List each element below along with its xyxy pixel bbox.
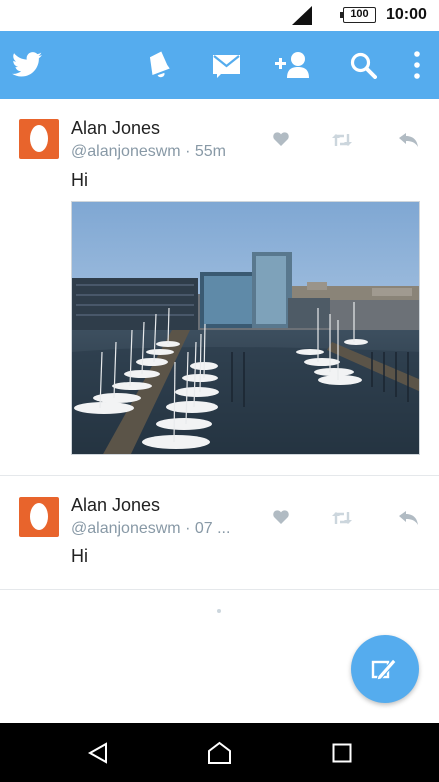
retweet-icon[interactable] (331, 511, 353, 525)
favorite-icon[interactable] (273, 132, 289, 146)
overflow-menu-icon[interactable] (414, 51, 420, 79)
battery-level: 100 (350, 8, 369, 20)
status-bar: 100 10:00 (0, 0, 439, 31)
tweet-author-name[interactable]: Alan Jones (71, 118, 160, 139)
tweet[interactable]: Alan Jones @alanjoneswm · 07 ... Hi (0, 477, 439, 590)
avatar[interactable] (19, 497, 59, 537)
twitter-bird-icon[interactable] (12, 52, 42, 77)
app-bar (0, 31, 439, 99)
favorite-icon[interactable] (273, 510, 289, 524)
tweet-text: Hi (71, 170, 88, 190)
tweet-author-handle: @alanjoneswm · 07 ... (71, 520, 231, 537)
clock: 10:00 (386, 6, 427, 23)
compose-tweet-button[interactable] (351, 635, 419, 703)
tweet-text: Hi (71, 546, 88, 566)
tweet-author-handle: @alanjoneswm · 55m (71, 143, 226, 160)
home-icon[interactable] (207, 741, 232, 764)
tweet[interactable]: Alan Jones @alanjoneswm · 55m Hi (0, 99, 439, 476)
signal-icon (292, 6, 312, 25)
add-user-icon[interactable] (275, 51, 311, 79)
notifications-bell-icon[interactable] (147, 50, 171, 78)
tweet-photo-harbor[interactable] (71, 201, 420, 455)
retweet-icon[interactable] (331, 133, 353, 147)
reply-icon[interactable] (399, 133, 418, 147)
search-icon[interactable] (350, 52, 377, 79)
system-nav-bar (0, 723, 439, 782)
compose-tweet-icon (371, 658, 397, 681)
battery-icon: 100 (340, 7, 376, 23)
tweet-author-name[interactable]: Alan Jones (71, 495, 160, 516)
recents-icon[interactable] (332, 743, 352, 763)
back-icon[interactable] (87, 742, 109, 764)
messages-envelope-icon[interactable] (213, 54, 240, 78)
loading-indicator (217, 609, 221, 613)
avatar[interactable] (19, 119, 59, 159)
reply-icon[interactable] (399, 511, 418, 525)
